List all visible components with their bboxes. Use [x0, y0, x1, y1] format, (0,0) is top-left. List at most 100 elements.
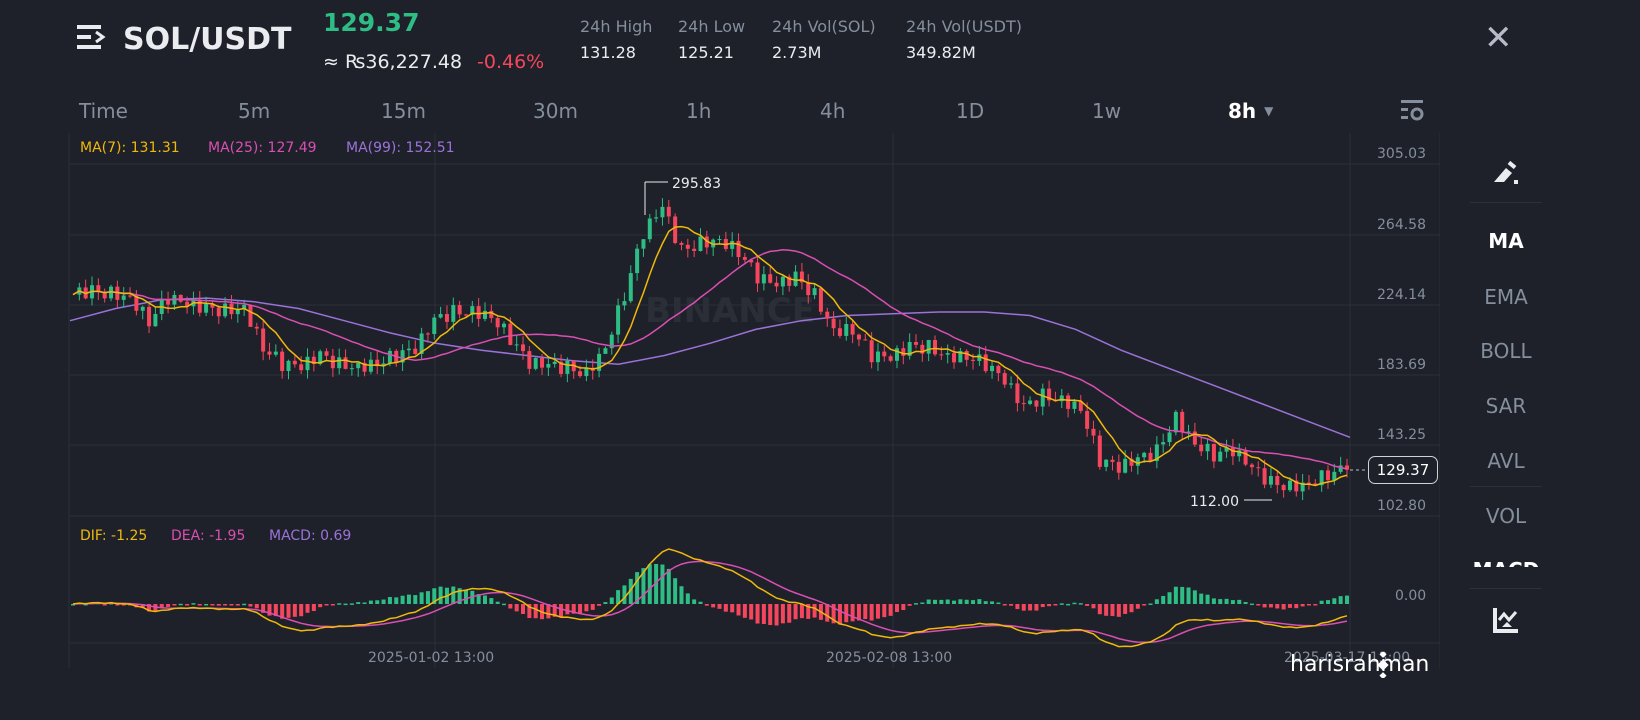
- macd-bar: [673, 578, 678, 604]
- chart-type-icon[interactable]: [1492, 606, 1520, 638]
- macd-bar: [812, 604, 817, 618]
- macd-bar: [990, 601, 995, 604]
- macd-bar: [1211, 598, 1216, 604]
- macd-bar: [337, 603, 342, 605]
- macd-bar: [223, 604, 228, 606]
- kline-chart[interactable]: BINANCE 295.83 112.00: [0, 0, 1440, 720]
- macd-bar: [565, 604, 570, 615]
- candle-up: [780, 276, 785, 287]
- indicator-avl[interactable]: AVL: [1470, 449, 1542, 473]
- candle-down: [679, 242, 684, 245]
- candle-down: [939, 354, 944, 356]
- candle-down: [964, 350, 969, 360]
- macd-bar: [1186, 587, 1191, 604]
- candle-up: [349, 368, 354, 370]
- macd-bar: [647, 564, 652, 604]
- candle-up: [153, 313, 158, 327]
- candle-up: [1040, 388, 1045, 407]
- indicator-macd[interactable]: MACD: [1470, 558, 1542, 567]
- candle-down: [254, 326, 259, 329]
- macd-bar: [387, 597, 392, 604]
- max-price-label: 295.83: [672, 176, 721, 192]
- macd-bar: [983, 601, 988, 604]
- macd-bar: [451, 586, 456, 604]
- macd-bar: [489, 598, 494, 604]
- macd-bar: [1332, 598, 1337, 604]
- candle-up: [1332, 471, 1337, 481]
- candle-down: [818, 288, 823, 312]
- candle-up: [546, 363, 551, 368]
- candle-up: [432, 317, 437, 334]
- macd-bar: [1142, 604, 1147, 606]
- candle-down: [128, 295, 133, 297]
- candle-down: [666, 206, 671, 217]
- macd-bar: [356, 602, 361, 604]
- macd-bar: [1338, 596, 1343, 604]
- macd-bar: [1104, 604, 1109, 616]
- macd-bar: [679, 586, 684, 604]
- macd-bar: [1268, 604, 1273, 608]
- macd-bar: [1053, 604, 1058, 606]
- candle-up: [1173, 411, 1178, 433]
- macd-bar: [711, 604, 716, 608]
- macd-bar: [1015, 604, 1020, 610]
- candle-up: [875, 351, 880, 363]
- indicator-sar[interactable]: SAR: [1470, 394, 1542, 418]
- macd-bar: [1345, 595, 1349, 604]
- close-icon[interactable]: ✕: [1484, 18, 1513, 58]
- macd-bar: [1135, 604, 1140, 609]
- macd-bar: [755, 604, 760, 624]
- macd-bar: [730, 604, 735, 613]
- macd-bar: [863, 604, 868, 620]
- candle-down: [1211, 443, 1216, 462]
- candle-up: [603, 348, 608, 354]
- candle-up: [654, 217, 659, 219]
- candle-down: [1066, 395, 1071, 409]
- divider: [1470, 486, 1542, 487]
- candle-up: [502, 323, 507, 328]
- candle-up: [286, 360, 291, 372]
- macd-bar: [825, 604, 830, 622]
- macd-bar: [952, 600, 957, 604]
- legend-ma99: MA(99): 152.51: [346, 140, 455, 156]
- macd-bar: [1078, 603, 1083, 605]
- macd-bar: [185, 604, 190, 606]
- candle-up: [1287, 480, 1292, 491]
- macd-bar: [698, 601, 703, 604]
- macd-bar: [692, 599, 697, 604]
- macd-bar: [166, 604, 171, 607]
- x-label: 2025-02-08 13:00: [826, 650, 953, 666]
- macd-bar: [1129, 604, 1134, 613]
- macd-bar: [1294, 604, 1299, 609]
- indicator-macd-clip[interactable]: MACD: [1470, 558, 1542, 567]
- candle-down: [1256, 467, 1261, 469]
- candle-down: [692, 248, 697, 251]
- macd-bar: [1205, 594, 1210, 604]
- candle-down: [831, 318, 836, 329]
- macd-bar: [1218, 599, 1223, 604]
- indicator-ma[interactable]: MA: [1470, 229, 1542, 253]
- macd-bar: [933, 599, 938, 604]
- macd-bar: [324, 604, 329, 606]
- macd-bar: [1002, 604, 1007, 606]
- candle-down: [96, 285, 101, 292]
- grid: [68, 133, 1440, 668]
- candle-up: [1123, 458, 1128, 473]
- candle-down: [774, 282, 779, 287]
- candle-up: [793, 271, 798, 286]
- draw-tool-icon[interactable]: [1492, 160, 1520, 190]
- macd-bar: [559, 604, 564, 618]
- candle-up: [387, 350, 392, 364]
- candle-up: [204, 303, 209, 313]
- candle-down: [457, 305, 462, 315]
- candle-down: [527, 351, 532, 369]
- candle-up: [761, 274, 766, 284]
- macd-zero-tick: 0.00: [1395, 588, 1427, 604]
- macd-bar: [774, 604, 779, 626]
- indicator-boll[interactable]: BOLL: [1470, 339, 1542, 363]
- indicator-ema[interactable]: EMA: [1470, 285, 1542, 309]
- indicator-vol[interactable]: VOL: [1470, 504, 1542, 528]
- candle-up: [945, 353, 950, 355]
- legend-macd: MACD: 0.69: [269, 528, 352, 544]
- candle-down: [147, 306, 152, 327]
